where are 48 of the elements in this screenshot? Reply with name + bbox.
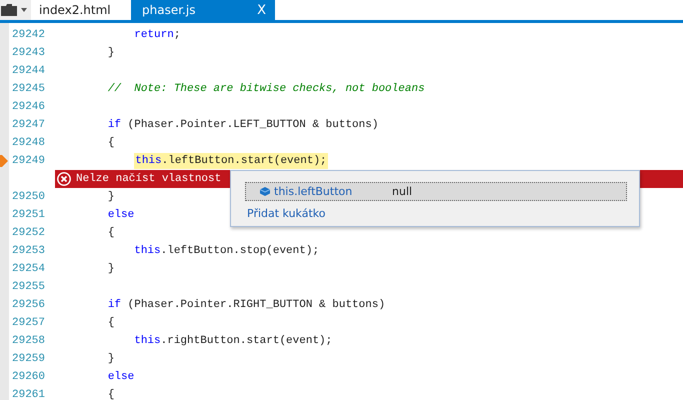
line-number: 29242 [11,29,46,41]
code-line: this.rightButton.start(event); [133,335,332,347]
add-watch-link[interactable]: Přidat kukátko [245,207,326,220]
line-number: 29248 [11,137,46,149]
line-number: 29258 [11,335,46,347]
folder-icon[interactable] [1,4,17,16]
line-number: 29246 [11,101,46,113]
code-line: { [106,389,114,400]
code-line: { [106,137,114,149]
line-number: 29260 [11,371,46,383]
code-line: } [106,47,114,59]
line-number: 29256 [11,299,46,311]
code-line: else [106,371,134,383]
dropdown-icon[interactable] [21,8,27,12]
line-number: 29252 [11,227,46,239]
line-number: 29255 [11,281,46,293]
line-number: 29247 [11,119,46,131]
code-line: // Note: These are bitwise checks, not booleans [106,83,425,95]
code-line: else [106,209,134,221]
error-icon [57,172,71,186]
current-line-icon [0,155,8,167]
close-icon[interactable]: X [257,2,266,18]
line-number: 29253 [11,245,46,257]
code-line: this.leftButton.stop(event); [133,245,320,257]
variable-name: this.leftButton [274,185,354,198]
line-number: 29254 [11,263,46,275]
line-number: 29249 [11,155,46,167]
code-line: } [106,191,114,203]
datatip-row[interactable]: this.leftButton null [245,182,627,201]
code-line: { [106,317,114,329]
code-line: if (Phaser.Pointer.LEFT_BUTTON & buttons) [106,119,378,131]
line-number: 29250 [11,191,46,203]
code-line: return; [133,29,180,41]
line-number: 29257 [11,317,46,329]
code-line: } [106,263,114,275]
line-number: 29251 [11,209,46,221]
line-number: 29245 [11,83,46,95]
code-line: { [106,227,114,239]
cube-icon [260,187,270,196]
error-message: Nelze načíst vlastnost [76,173,222,185]
code-line: if (Phaser.Pointer.RIGHT_BUTTON & buttons) [106,299,386,311]
editor-tab[interactable]: phaser.js X [131,0,275,20]
line-number: 29243 [11,47,46,59]
line-number: 29259 [11,353,46,365]
line-number: 29244 [11,65,46,77]
line-number: 29261 [11,389,46,400]
code-line: } [106,353,114,365]
variable-value: null [392,185,412,198]
